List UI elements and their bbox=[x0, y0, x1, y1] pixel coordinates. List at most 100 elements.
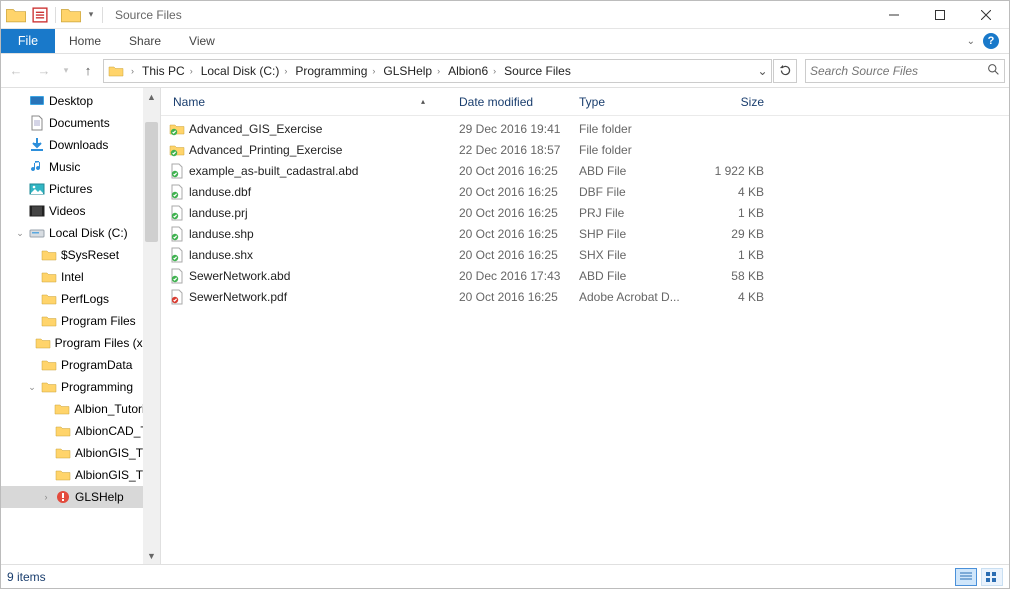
tree-item[interactable]: PerfLogs bbox=[1, 288, 160, 310]
tree-item[interactable]: Program Files bbox=[1, 310, 160, 332]
tree-scrollbar[interactable]: ▲ ▼ bbox=[143, 88, 160, 564]
crumb-glshelp[interactable]: GLSHelp› bbox=[379, 60, 444, 82]
tree-item-label: AlbionGIS_Tra bbox=[75, 446, 153, 460]
window-title: Source Files bbox=[109, 8, 186, 22]
close-button[interactable] bbox=[963, 1, 1009, 29]
file-size: 1 KB bbox=[695, 206, 770, 220]
file-row[interactable]: landuse.dbf20 Oct 2016 16:25DBF File4 KB bbox=[161, 181, 1009, 202]
tree-item[interactable]: $SysReset bbox=[1, 244, 160, 266]
video-icon bbox=[29, 203, 45, 219]
folder-icon bbox=[108, 63, 124, 79]
file-name: landuse.shx bbox=[187, 248, 455, 262]
help-icon[interactable]: ? bbox=[983, 33, 999, 49]
file-icon bbox=[169, 205, 187, 221]
icons-view-button[interactable] bbox=[981, 568, 1003, 586]
crumb-this-pc[interactable]: This PC› bbox=[138, 60, 197, 82]
tree-item[interactable]: ProgramData bbox=[1, 354, 160, 376]
properties-icon[interactable] bbox=[29, 4, 51, 26]
tree-item[interactable]: Pictures bbox=[1, 178, 160, 200]
qat-dropdown-icon[interactable]: ▾ bbox=[84, 4, 98, 26]
minimize-button[interactable] bbox=[871, 1, 917, 29]
folder-icon bbox=[41, 379, 57, 395]
explorer-window: ▾ Source Files File Home Share View ⌄ ? … bbox=[0, 0, 1010, 589]
tree-item[interactable]: Documents bbox=[1, 112, 160, 134]
column-date[interactable]: Date modified bbox=[455, 88, 575, 115]
tree-item[interactable]: Program Files (x86) bbox=[1, 332, 160, 354]
tree-item[interactable]: Intel bbox=[1, 266, 160, 288]
address-dropdown-icon[interactable]: ⌄ bbox=[753, 60, 771, 82]
file-type: DBF File bbox=[575, 185, 695, 199]
folder-icon bbox=[41, 247, 57, 263]
crumb-source-files[interactable]: Source Files bbox=[500, 60, 575, 82]
tree-item[interactable]: AlbionGIS_Tra bbox=[1, 442, 160, 464]
file-tab[interactable]: File bbox=[1, 29, 55, 53]
ribbon-collapse-icon[interactable]: ⌄ bbox=[967, 36, 975, 47]
tree-expand-icon[interactable]: › bbox=[41, 492, 51, 502]
crumb-programming[interactable]: Programming› bbox=[291, 60, 379, 82]
crumb-albion6[interactable]: Albion6› bbox=[444, 60, 500, 82]
file-row[interactable]: SewerNetwork.pdf20 Oct 2016 16:25Adobe A… bbox=[161, 286, 1009, 307]
file-type: ABD File bbox=[575, 269, 695, 283]
forward-button[interactable]: → bbox=[31, 58, 57, 84]
column-size[interactable]: Size bbox=[695, 88, 770, 115]
search-input[interactable] bbox=[810, 64, 987, 78]
tree-item[interactable]: Desktop bbox=[1, 90, 160, 112]
back-button[interactable]: ← bbox=[3, 58, 29, 84]
file-icon bbox=[169, 184, 187, 200]
tree-item[interactable]: AlbionGIS_Tu bbox=[1, 464, 160, 486]
file-row[interactable]: landuse.shp20 Oct 2016 16:25SHP File29 K… bbox=[161, 223, 1009, 244]
tree-item[interactable]: Videos bbox=[1, 200, 160, 222]
share-tab[interactable]: Share bbox=[115, 29, 175, 53]
scroll-down-icon[interactable]: ▼ bbox=[143, 547, 160, 564]
tree-item[interactable]: ⌄Local Disk (C:) bbox=[1, 222, 160, 244]
column-name[interactable]: Name▴ bbox=[169, 88, 455, 115]
file-icon bbox=[169, 247, 187, 263]
search-icon[interactable] bbox=[987, 63, 1000, 79]
column-type[interactable]: Type bbox=[575, 88, 695, 115]
folder-icon bbox=[54, 401, 70, 417]
view-tab[interactable]: View bbox=[175, 29, 229, 53]
folder-qat-icon[interactable] bbox=[60, 4, 82, 26]
search-box[interactable] bbox=[805, 59, 1005, 83]
file-name: landuse.prj bbox=[187, 206, 455, 220]
file-row[interactable]: Advanced_GIS_Exercise29 Dec 2016 19:41Fi… bbox=[161, 118, 1009, 139]
details-view-button[interactable] bbox=[955, 568, 977, 586]
tree-item[interactable]: Albion_Tutorials bbox=[1, 398, 160, 420]
file-row[interactable]: Advanced_Printing_Exercise22 Dec 2016 18… bbox=[161, 139, 1009, 160]
file-row[interactable]: SewerNetwork.abd20 Dec 2016 17:43ABD Fil… bbox=[161, 265, 1009, 286]
ribbon: File Home Share View ⌄ ? bbox=[1, 29, 1009, 54]
file-row[interactable]: landuse.prj20 Oct 2016 16:25PRJ File1 KB bbox=[161, 202, 1009, 223]
home-tab[interactable]: Home bbox=[55, 29, 115, 53]
up-button[interactable]: ↑ bbox=[75, 58, 101, 84]
tree-item-label: Programming bbox=[61, 380, 133, 394]
file-type: ABD File bbox=[575, 164, 695, 178]
history-dropdown-icon[interactable]: ▾ bbox=[59, 58, 73, 84]
file-date: 20 Dec 2016 17:43 bbox=[455, 269, 575, 283]
tree-expand-icon[interactable]: ⌄ bbox=[15, 228, 25, 239]
refresh-button[interactable] bbox=[773, 59, 797, 83]
chevron-right-icon[interactable]: › bbox=[128, 66, 134, 76]
maximize-button[interactable] bbox=[917, 1, 963, 29]
scroll-up-icon[interactable]: ▲ bbox=[143, 88, 160, 105]
file-icon bbox=[169, 121, 187, 137]
window-controls bbox=[871, 1, 1009, 29]
tree-item[interactable]: ›GLSHelp bbox=[1, 486, 160, 508]
tree-item-label: Downloads bbox=[49, 138, 108, 152]
tree-item[interactable]: ⌄ Programming bbox=[1, 376, 160, 398]
file-row[interactable]: example_as-built_cadastral.abd20 Oct 201… bbox=[161, 160, 1009, 181]
tree-item[interactable]: Music bbox=[1, 156, 160, 178]
file-row[interactable]: landuse.shx20 Oct 2016 16:25SHX File1 KB bbox=[161, 244, 1009, 265]
file-type: PRJ File bbox=[575, 206, 695, 220]
file-date: 20 Oct 2016 16:25 bbox=[455, 206, 575, 220]
file-date: 20 Oct 2016 16:25 bbox=[455, 290, 575, 304]
doc-icon bbox=[29, 115, 45, 131]
file-date: 22 Dec 2016 18:57 bbox=[455, 143, 575, 157]
folder-icon bbox=[41, 291, 57, 307]
tree-item-label: Music bbox=[49, 160, 80, 174]
breadcrumb[interactable]: › This PC› Local Disk (C:)› Programming›… bbox=[103, 59, 772, 83]
tree-item[interactable]: AlbionCAD_T bbox=[1, 420, 160, 442]
scroll-thumb[interactable] bbox=[145, 122, 158, 242]
tree-expand-icon[interactable]: ⌄ bbox=[27, 382, 37, 393]
crumb-local-disk[interactable]: Local Disk (C:)› bbox=[197, 60, 292, 82]
tree-item[interactable]: Downloads bbox=[1, 134, 160, 156]
